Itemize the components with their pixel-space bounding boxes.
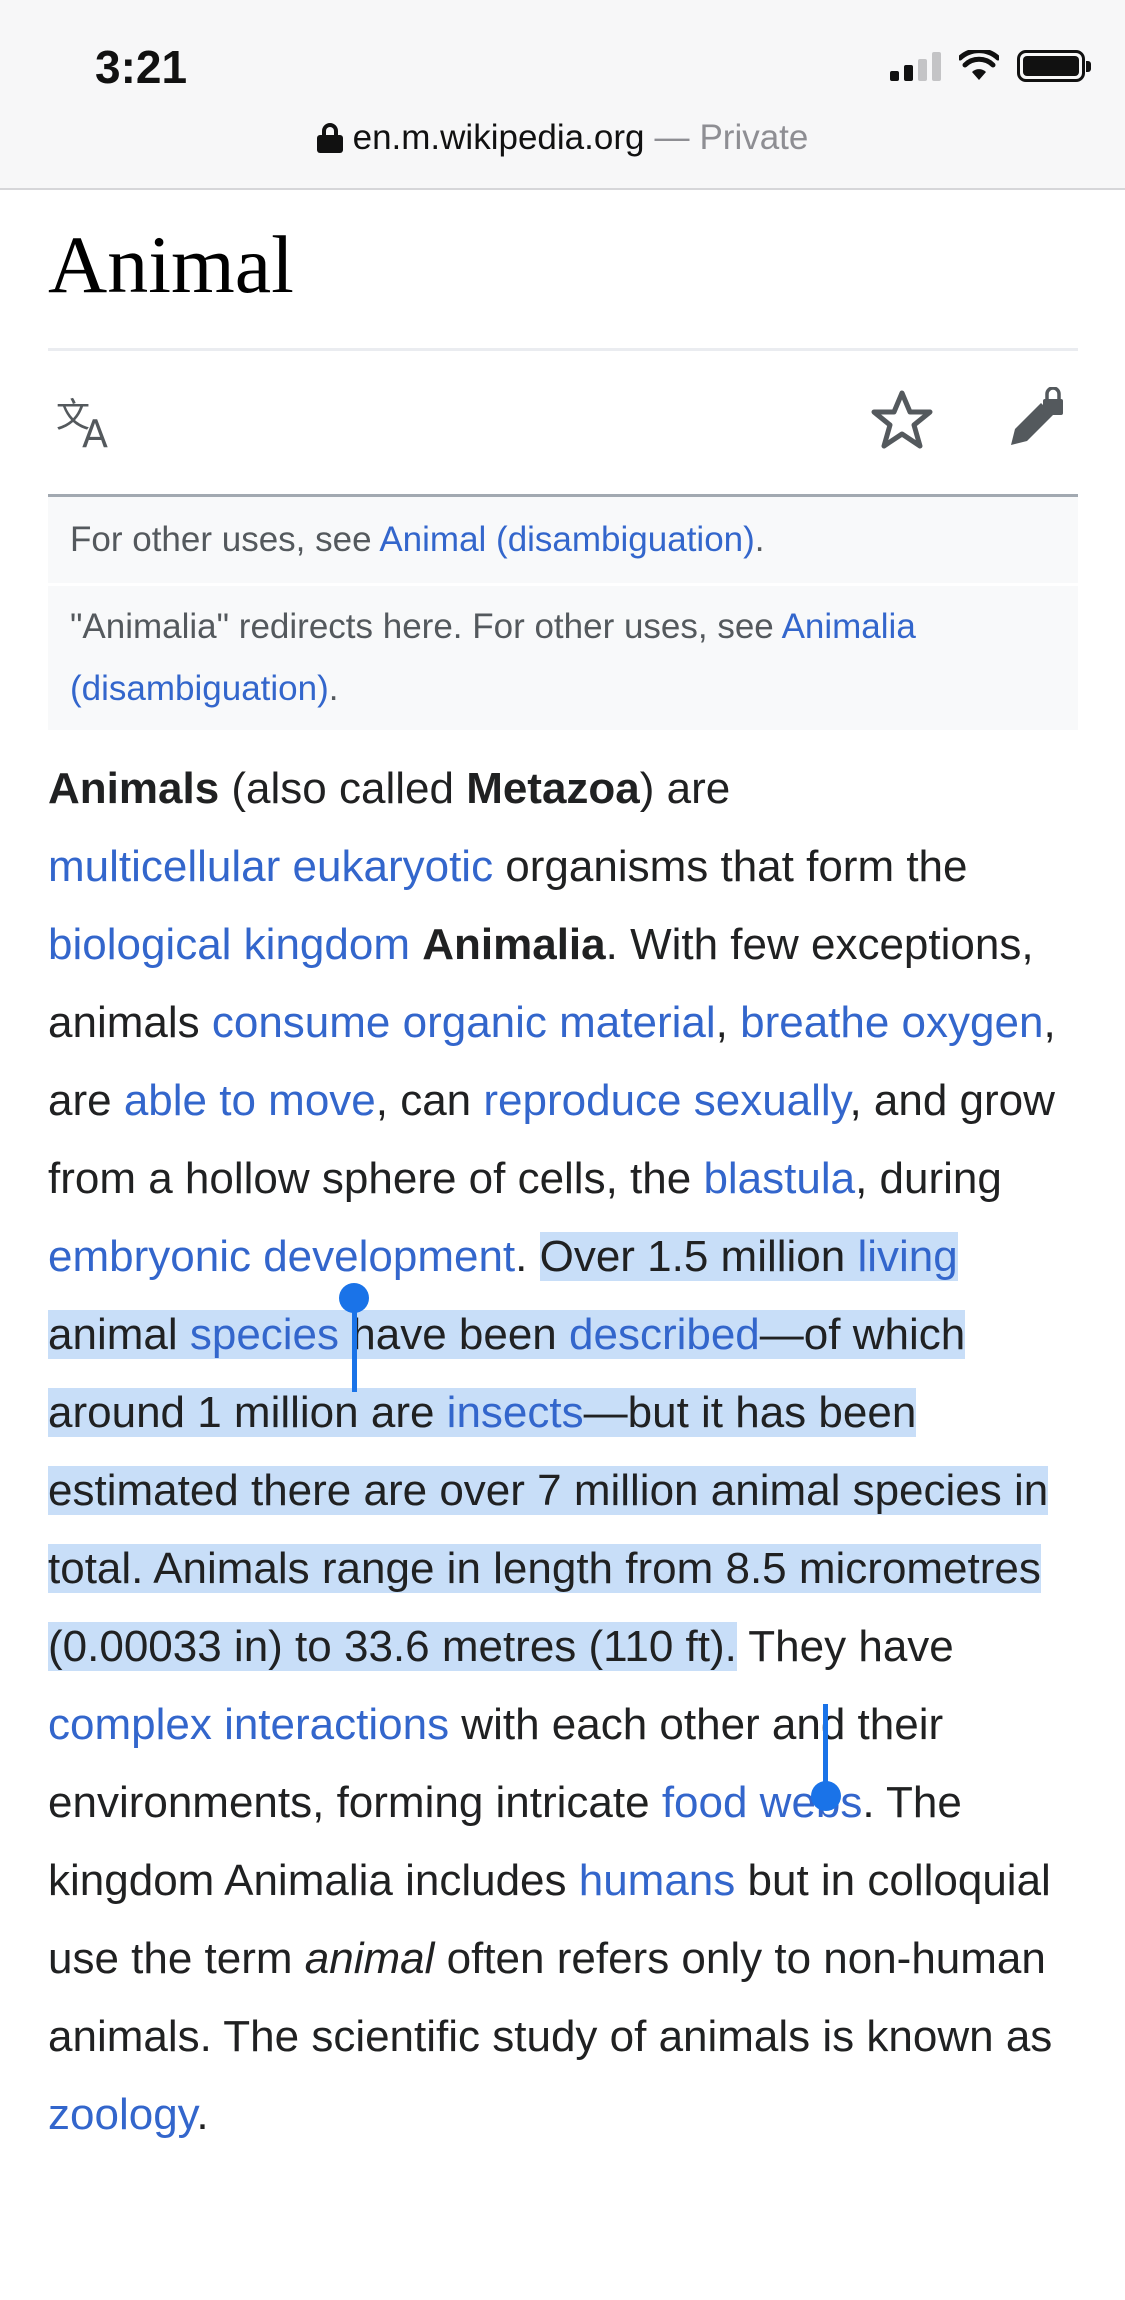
link-multicellular[interactable]: multicellular (48, 842, 280, 891)
star-icon[interactable] (870, 389, 934, 451)
page-title: Animal (48, 219, 294, 310)
link-described[interactable]: described (569, 1310, 760, 1359)
wifi-icon (959, 50, 999, 80)
text-run: ) are (639, 764, 731, 814)
url-separator: — (654, 118, 690, 157)
lead-paragraph: Animals (also called Metazoa) are multic… (48, 750, 1078, 2154)
bold-term: Animals (48, 764, 220, 814)
bold-term: Animalia (422, 920, 606, 970)
text-run: (also called (219, 764, 467, 814)
selection-start-caret[interactable] (352, 1290, 357, 1392)
text-run: They have (736, 1622, 954, 1672)
link-consume-organic-material[interactable]: consume organic material (212, 998, 716, 1047)
text-run: have been (339, 1310, 569, 1360)
link-zoology[interactable]: zoology (48, 2090, 196, 2139)
battery-icon (1017, 50, 1091, 82)
link-animal-disambiguation[interactable]: Animal (disambiguation) (379, 520, 754, 559)
link-species[interactable]: species (190, 1310, 339, 1359)
hatnote-text: "Animalia" redirects here. For other use… (70, 607, 782, 647)
link-breathe-oxygen[interactable]: breathe oxygen (740, 998, 1043, 1047)
italic-term: animal (304, 1934, 435, 1984)
link-humans[interactable]: humans (579, 1856, 736, 1905)
bold-term: Metazoa (466, 764, 640, 814)
status-time: 3:21 (95, 41, 188, 93)
hatnote-text: For other uses, see (70, 520, 380, 560)
private-mode-label: Private (699, 118, 809, 157)
edit-locked-icon[interactable] (1003, 387, 1067, 451)
link-living[interactable]: living (857, 1232, 957, 1281)
hatnote-redirect: "Animalia" redirects here. For other use… (48, 586, 1078, 731)
url-bar[interactable]: en.m.wikipedia.org — Private (0, 118, 1125, 158)
link-biological-kingdom[interactable]: biological kingdom (48, 920, 410, 969)
link-able-to-move[interactable]: able to move (124, 1076, 376, 1125)
hatnote-other-uses: For other uses, see Animal (disambiguati… (48, 497, 1078, 584)
text-run: Over 1.5 million (539, 1232, 858, 1282)
language-icon[interactable]: 文 A (56, 393, 122, 451)
hatnote-text: . (754, 520, 765, 560)
link-embryonic-development[interactable]: embryonic development (48, 1232, 515, 1281)
cellular-signal-icon (890, 51, 941, 81)
text-run: organisms that form the (493, 842, 968, 892)
link-eukaryotic[interactable]: eukaryotic (293, 842, 494, 891)
page-actions-bar: 文 A (48, 351, 1078, 498)
text-run: . (196, 2090, 209, 2140)
status-icons (890, 50, 1091, 82)
text-run: , (715, 998, 741, 1048)
link-reproduce-sexually[interactable]: reproduce sexually (483, 1076, 849, 1125)
lock-icon (316, 123, 343, 153)
text-run: animal (48, 1310, 190, 1360)
text-run: , during (855, 1154, 1002, 1204)
text-run (280, 842, 292, 891)
hatnote-text: . (328, 669, 339, 709)
text-run: . (515, 1232, 540, 1282)
svg-text:A: A (82, 412, 108, 451)
url-domain: en.m.wikipedia.org (352, 118, 645, 157)
text-run: , can (375, 1076, 484, 1126)
article-page: Animal 文 A For other uses, see Animal (d… (48, 190, 1078, 2154)
link-blastula[interactable]: blastula (703, 1154, 855, 1203)
link-insects[interactable]: insects (447, 1388, 584, 1437)
link-complex-interactions[interactable]: complex interactions (48, 1700, 449, 1749)
selection-end-handle[interactable] (811, 1781, 841, 1811)
text-run (410, 920, 422, 969)
browser-chrome: 3:21 en.m.wikipedia.org — Private (0, 0, 1125, 190)
selected-text[interactable]: Over 1.5 million living animal species h… (48, 1232, 1049, 1672)
